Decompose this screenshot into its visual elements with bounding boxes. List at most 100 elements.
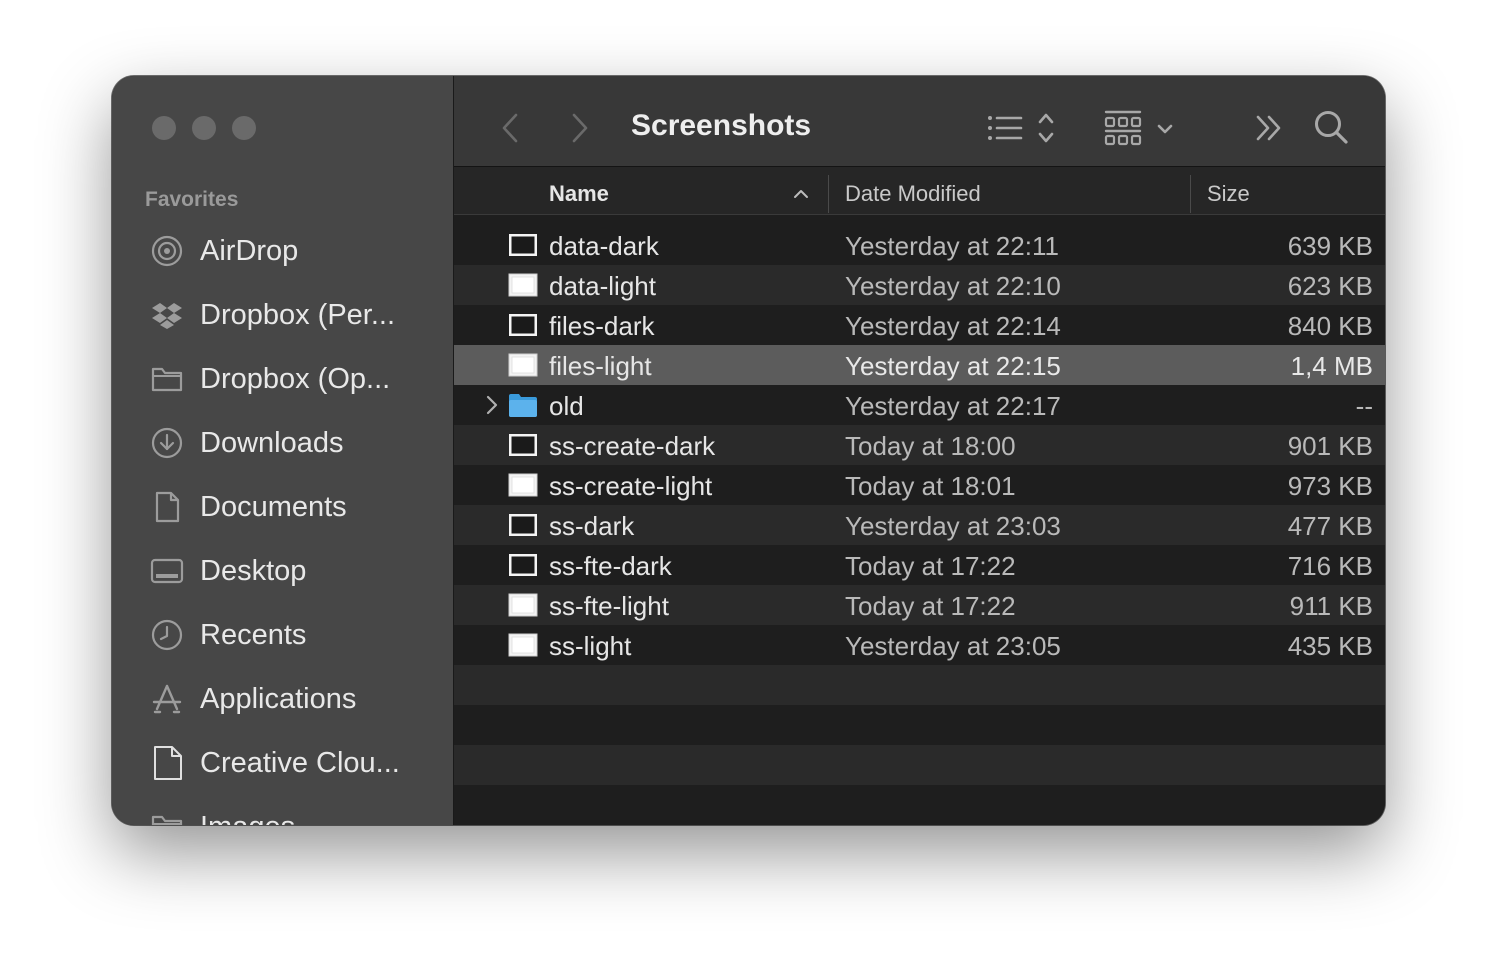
file-name: data-light [549,271,656,301]
column-name[interactable]: Name [549,167,609,221]
sidebar-item-downloads[interactable]: Downloads [112,411,453,475]
file-icon [149,745,185,781]
sidebar-item-recents[interactable]: Recents [112,603,453,667]
file-name: ss-create-dark [549,431,716,461]
file-name: ss-fte-dark [549,551,672,581]
back-icon[interactable] [496,110,524,146]
image-file-icon [508,472,538,498]
sidebar-item-label: Applications [200,682,357,715]
file-row[interactable]: ss-fte-dark Today at 17:22 716 KB [454,545,1385,585]
document-icon [149,489,185,525]
file-row[interactable]: ss-create-light Today at 18:01 973 KB [454,465,1385,505]
file-name: files-dark [549,311,655,341]
file-name: ss-create-light [549,471,713,501]
file-row[interactable]: data-light Yesterday at 22:10 623 KB [454,265,1385,305]
file-row[interactable]: files-dark Yesterday at 22:14 840 KB [454,305,1385,345]
sidebar-item-dropbox-per[interactable]: Dropbox (Per... [112,283,453,347]
sidebar-item-applications[interactable]: Applications [112,667,453,731]
image-file-icon [508,632,538,658]
column-size[interactable]: Size [1207,167,1250,221]
file-size: 840 KB [1287,311,1373,341]
sidebar-item-label: Images [200,811,295,826]
file-date-modified: Today at 17:22 [845,551,1016,581]
image-file-icon [508,552,538,578]
image-file-icon [508,272,538,298]
file-size: 623 KB [1287,271,1373,301]
clock-icon [149,617,185,653]
file-name: ss-light [549,631,632,661]
file-date-modified: Yesterday at 22:17 [845,391,1061,421]
sidebar-item-dropbox-op[interactable]: Dropbox (Op... [112,347,453,411]
desktop-icon [149,553,185,589]
sidebar-item-desktop[interactable]: Desktop [112,539,453,603]
close-button[interactable] [152,116,176,140]
disclosure-chevron-icon[interactable] [482,393,502,417]
file-size: 1,4 MB [1290,351,1373,381]
file-name: old [549,391,584,421]
image-file-icon [508,232,538,258]
file-row[interactable]: data-dark Yesterday at 22:11 639 KB [454,225,1385,265]
sidebar-item-creative-clou[interactable]: Creative Clou... [112,731,453,795]
empty-row [454,745,1385,785]
folder-icon [149,809,185,825]
file-date-modified: Yesterday at 22:10 [845,271,1061,301]
file-size: 716 KB [1287,551,1373,581]
file-row[interactable]: ss-fte-light Today at 17:22 911 KB [454,585,1385,625]
column-separator[interactable] [1190,175,1191,214]
file-size: 639 KB [1287,231,1373,261]
file-row[interactable]: ss-dark Yesterday at 23:03 477 KB [454,505,1385,545]
empty-row [454,785,1385,825]
file-row[interactable]: files-light Yesterday at 22:15 1,4 MB [454,345,1385,385]
file-date-modified: Today at 17:22 [845,591,1016,621]
sidebar-item-airdrop[interactable]: AirDrop [112,219,453,283]
folder-icon [149,361,185,397]
list-view-icon[interactable] [984,110,1064,146]
sidebar-list: AirDrop Dropbox (Per... Dropbox (Op... Down… [112,219,453,825]
sidebar: Favorites AirDrop Dropbox (Per... Dropbox … [112,76,454,825]
downloads-icon [149,425,185,461]
group-icon[interactable] [1104,108,1176,148]
file-size: 973 KB [1287,471,1373,501]
window-title: Screenshots [631,109,812,142]
sidebar-item-label: Dropbox (Per... [200,298,396,331]
forward-icon[interactable] [566,110,594,146]
image-file-icon [508,432,538,458]
sidebar-item-images[interactable]: Images [112,795,453,825]
file-date-modified: Yesterday at 23:05 [845,631,1061,661]
search-icon[interactable] [1312,108,1352,148]
empty-row [454,665,1385,705]
finder-window: Favorites AirDrop Dropbox (Per... Dropbox … [112,76,1385,825]
zoom-button[interactable] [232,116,256,140]
file-row[interactable]: ss-light Yesterday at 23:05 435 KB [454,625,1385,665]
file-size: 435 KB [1287,631,1373,661]
sidebar-item-label: Downloads [200,426,344,459]
image-file-icon [508,512,538,538]
file-row[interactable]: ss-create-dark Today at 18:00 901 KB [454,425,1385,465]
sidebar-item-documents[interactable]: Documents [112,475,453,539]
sidebar-item-label: Recents [200,618,307,651]
toolbar: Screenshots [454,76,1385,168]
applications-icon [149,681,185,717]
file-size: 477 KB [1287,511,1373,541]
sidebar-item-label: Documents [200,490,347,523]
sidebar-item-label: Dropbox (Op... [200,362,391,395]
file-size: 901 KB [1287,431,1373,461]
file-size: -- [1355,391,1373,421]
folder-row[interactable]: old Yesterday at 22:17 -- [454,385,1385,425]
airdrop-icon [149,233,185,269]
column-separator[interactable] [828,175,829,214]
file-date-modified: Yesterday at 22:14 [845,311,1061,341]
file-size: 911 KB [1289,591,1373,621]
column-header: Name Date Modified Size [454,167,1385,215]
sidebar-item-label: Creative Clou... [200,746,400,779]
main-pane: Screenshots Name Date Modified Size data… [454,76,1385,825]
file-date-modified: Yesterday at 23:03 [845,511,1061,541]
minimize-button[interactable] [192,116,216,140]
column-date-modified[interactable]: Date Modified [845,167,981,221]
more-icon[interactable] [1254,112,1284,144]
file-list: data-dark Yesterday at 22:11 639 KB data-li… [454,215,1385,825]
empty-row [454,705,1385,745]
file-date-modified: Yesterday at 22:11 [845,231,1059,261]
sidebar-item-label: AirDrop [200,234,299,267]
traffic-lights [152,116,256,140]
